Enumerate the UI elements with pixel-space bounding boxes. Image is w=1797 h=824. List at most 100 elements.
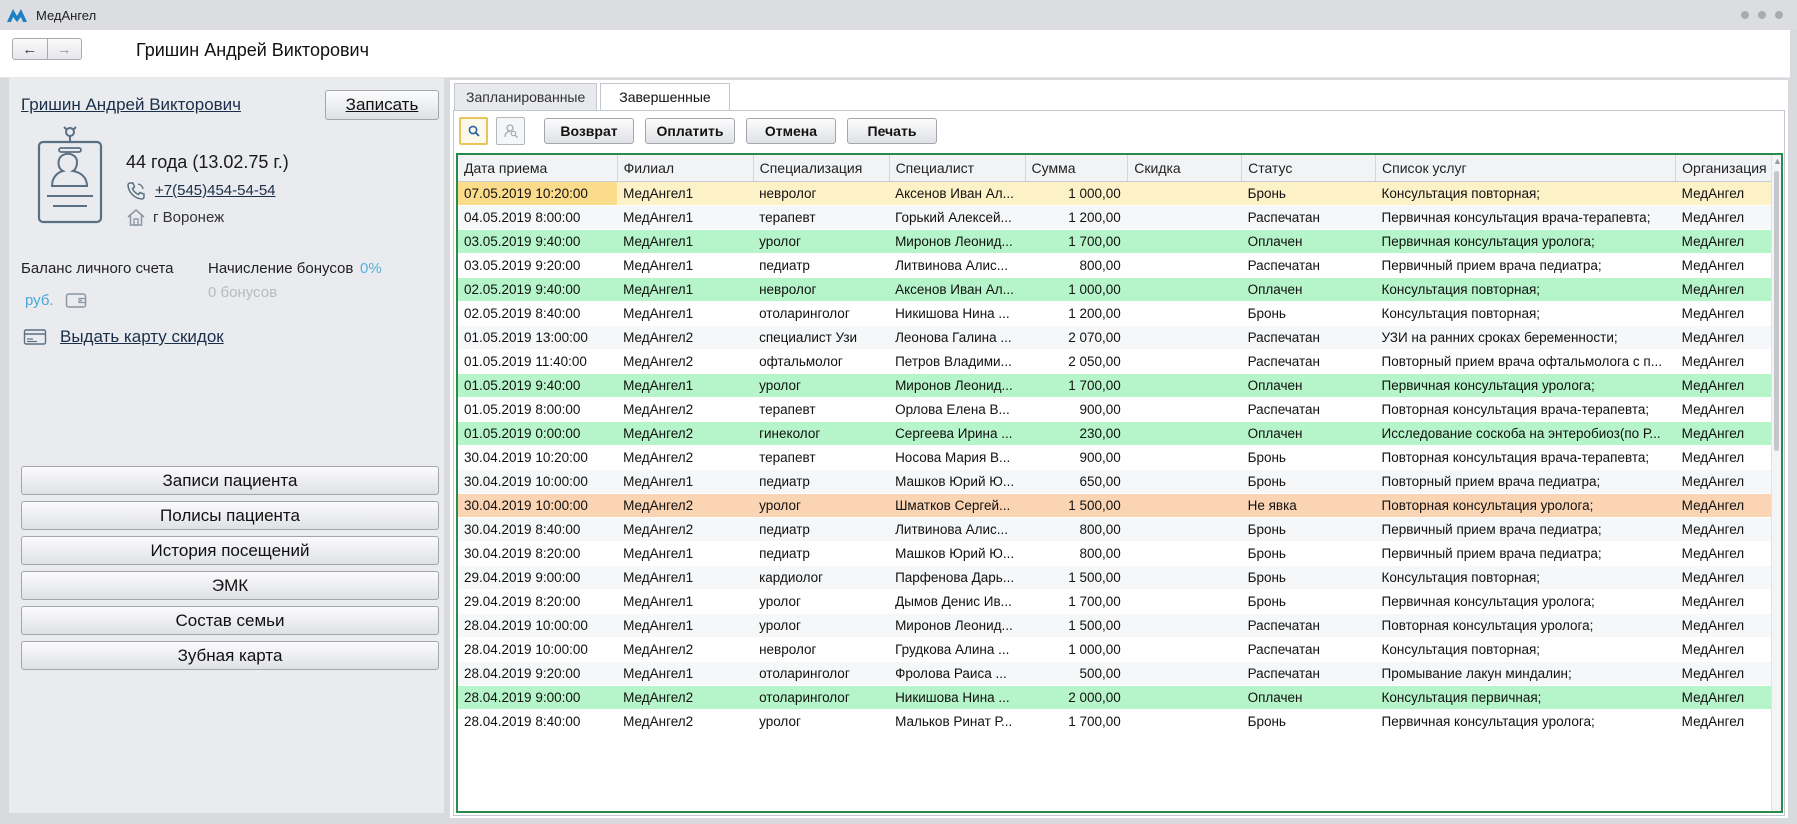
column-header-specialist[interactable]: Специалист [889, 155, 1026, 182]
window-controls[interactable] [1741, 11, 1783, 19]
column-header-organization[interactable]: Организация [1675, 155, 1781, 182]
cancel-button[interactable]: Отмена [746, 118, 836, 144]
column-header-status[interactable]: Статус [1241, 155, 1377, 182]
window-dot-icon[interactable] [1758, 11, 1766, 19]
table-row[interactable]: 30.04.2019 10:00:00 МедАнгел1 педиатр Машко… [458, 469, 1781, 494]
appointments-panel: Запланированные Завершенные Возврат Опла… [450, 80, 1788, 818]
cell-organization: МедАнгел [1675, 445, 1781, 470]
record-button[interactable]: Записать [325, 90, 439, 120]
cell-services: Консультация повторная; [1375, 277, 1676, 302]
patient-policies-button[interactable]: Полисы пациента [21, 501, 439, 530]
issue-discount-card-link[interactable]: Выдать карту скидок [60, 327, 224, 347]
cell-status: Распечатан [1241, 661, 1376, 686]
table-row[interactable]: 28.04.2019 8:40:00 МедАнгел2 уролог Мальков… [458, 709, 1781, 734]
table-row[interactable]: 30.04.2019 10:00:00 МедАнгел2 уролог Шматко… [458, 493, 1781, 518]
scrollbar-thumb[interactable] [1774, 171, 1779, 451]
cell-branch: МедАнгел2 [617, 445, 754, 470]
table-row[interactable]: 01.05.2019 8:00:00 МедАнгел2 терапевт Орлов… [458, 397, 1781, 422]
family-button[interactable]: Состав семьи [21, 606, 439, 635]
tab-completed[interactable]: Завершенные [600, 83, 730, 111]
emr-button[interactable]: ЭМК [21, 571, 439, 600]
vertical-scrollbar[interactable]: ▲ [1771, 155, 1781, 811]
table-row[interactable]: 02.05.2019 9:40:00 МедАнгел1 невролог Аксен… [458, 277, 1781, 302]
cell-specialist: Дымов Денис Ив... [889, 589, 1026, 614]
cell-date: 02.05.2019 8:40:00 [458, 301, 618, 326]
cell-sum: 2 000,00 [1025, 685, 1128, 710]
phone-link[interactable]: +7(545)454-54-54 [155, 182, 276, 199]
table-row[interactable]: 28.04.2019 10:00:00 МедАнгел1 уролог Мироно… [458, 613, 1781, 638]
tab-bar: Запланированные Завершенные [454, 83, 730, 111]
toolbar: Возврат Оплатить Отмена Печать [459, 117, 937, 145]
cell-services: Повторная консультация уролога; [1375, 493, 1676, 518]
print-button[interactable]: Печать [847, 118, 937, 144]
window-dot-icon[interactable] [1741, 11, 1749, 19]
discount-card-icon [23, 329, 47, 345]
search-button[interactable] [459, 117, 488, 145]
dental-chart-button[interactable]: Зубная карта [21, 641, 439, 670]
patient-name-link[interactable]: Гришин Андрей Викторович [21, 95, 241, 115]
table-row[interactable]: 02.05.2019 8:40:00 МедАнгел1 отоларинголог… [458, 301, 1781, 326]
cell-discount [1127, 709, 1242, 734]
window-dot-icon[interactable] [1775, 11, 1783, 19]
window-frame [0, 818, 1797, 824]
column-header-branch[interactable]: Филиал [617, 155, 754, 182]
cell-sum: 800,00 [1025, 253, 1128, 278]
back-button[interactable]: ← [13, 39, 47, 59]
column-header-services[interactable]: Список услуг [1375, 155, 1677, 182]
column-header-discount[interactable]: Скидка [1127, 155, 1243, 182]
cell-organization: МедАнгел [1675, 541, 1781, 566]
forward-button[interactable]: → [46, 39, 82, 59]
cell-specialization: терапевт [753, 445, 890, 470]
table-row[interactable]: 01.05.2019 11:40:00 МедАнгел2 офтальмолог П… [458, 349, 1781, 374]
cell-specialization: уролог [753, 373, 890, 398]
table-row[interactable]: 29.04.2019 9:00:00 МедАнгел1 кардиолог Парф… [458, 565, 1781, 590]
table-row[interactable]: 04.05.2019 8:00:00 МедАнгел1 терапевт Горьк… [458, 205, 1781, 230]
home-icon [127, 209, 145, 226]
cell-sum: 900,00 [1025, 397, 1128, 422]
table-row[interactable]: 03.05.2019 9:20:00 МедАнгел1 педиатр Литвин… [458, 253, 1781, 278]
tab-planned[interactable]: Запланированные [454, 83, 598, 111]
cell-date: 30.04.2019 10:00:00 [458, 469, 618, 494]
column-header-sum[interactable]: Сумма [1025, 155, 1129, 182]
table-row[interactable]: 29.04.2019 8:20:00 МедАнгел1 уролог Дымов Д… [458, 589, 1781, 614]
cell-services: Повторный прием врача педиатра; [1375, 469, 1676, 494]
pay-button[interactable]: Оплатить [645, 118, 735, 144]
cell-sum: 2 070,00 [1025, 325, 1128, 350]
cell-branch: МедАнгел2 [617, 421, 754, 446]
cell-branch: МедАнгел1 [617, 469, 754, 494]
appointments-table[interactable]: Дата приема Филиал Специализация Специал… [456, 153, 1783, 813]
patient-records-button[interactable]: Записи пациента [21, 466, 439, 495]
column-header-specialization[interactable]: Специализация [753, 155, 890, 182]
user-search-button[interactable] [496, 117, 525, 145]
cell-organization: МедАнгел [1675, 613, 1781, 638]
table-row[interactable]: 01.05.2019 13:00:00 МедАнгел2 специалист У… [458, 325, 1781, 350]
column-header-date[interactable]: Дата приема [458, 155, 618, 182]
table-row[interactable]: 01.05.2019 0:00:00 МедАнгел2 гинеколог Серг… [458, 421, 1781, 446]
table-row[interactable]: 03.05.2019 9:40:00 МедАнгел1 уролог Миронов… [458, 229, 1781, 254]
cell-specialization: невролог [753, 181, 890, 206]
cell-sum: 650,00 [1025, 469, 1128, 494]
cell-sum: 800,00 [1025, 517, 1128, 542]
cell-sum: 1 700,00 [1025, 229, 1128, 254]
scroll-up-icon[interactable]: ▲ [1773, 156, 1781, 166]
table-row[interactable]: 28.04.2019 10:00:00 МедАнгел2 невролог Груд… [458, 637, 1781, 662]
table-row[interactable]: 30.04.2019 8:40:00 МедАнгел2 педиатр Литвин… [458, 517, 1781, 542]
cell-organization: МедАнгел [1675, 517, 1781, 542]
table-row[interactable]: 07.05.2019 10:20:00 МедАнгел1 невролог Аксе… [458, 181, 1781, 206]
refund-button[interactable]: Возврат [544, 118, 634, 144]
table-row[interactable]: 28.04.2019 9:20:00 МедАнгел1 отоларинголог… [458, 661, 1781, 686]
table-row[interactable]: 30.04.2019 10:20:00 МедАнгел2 терапевт Носо… [458, 445, 1781, 470]
cell-status: Бронь [1241, 469, 1376, 494]
patient-panel: Гришин Андрей Викторович Записать 44 год… [9, 78, 444, 813]
cell-status: Распечатан [1241, 637, 1376, 662]
table-row[interactable]: 30.04.2019 8:20:00 МедАнгел1 педиатр Машков… [458, 541, 1781, 566]
table-row[interactable]: 28.04.2019 9:00:00 МедАнгел2 отоларинголог… [458, 685, 1781, 710]
table-row[interactable]: 01.05.2019 9:40:00 МедАнгел1 уролог Миронов… [458, 373, 1781, 398]
wallet-icon[interactable] [65, 291, 87, 309]
cell-specialization: уролог [753, 709, 890, 734]
cell-specialist: Миронов Леонид... [889, 613, 1026, 638]
cell-specialization: отоларинголог [753, 685, 890, 710]
cell-organization: МедАнгел [1675, 565, 1781, 590]
cell-organization: МедАнгел [1675, 589, 1781, 614]
visit-history-button[interactable]: История посещений [21, 536, 439, 565]
